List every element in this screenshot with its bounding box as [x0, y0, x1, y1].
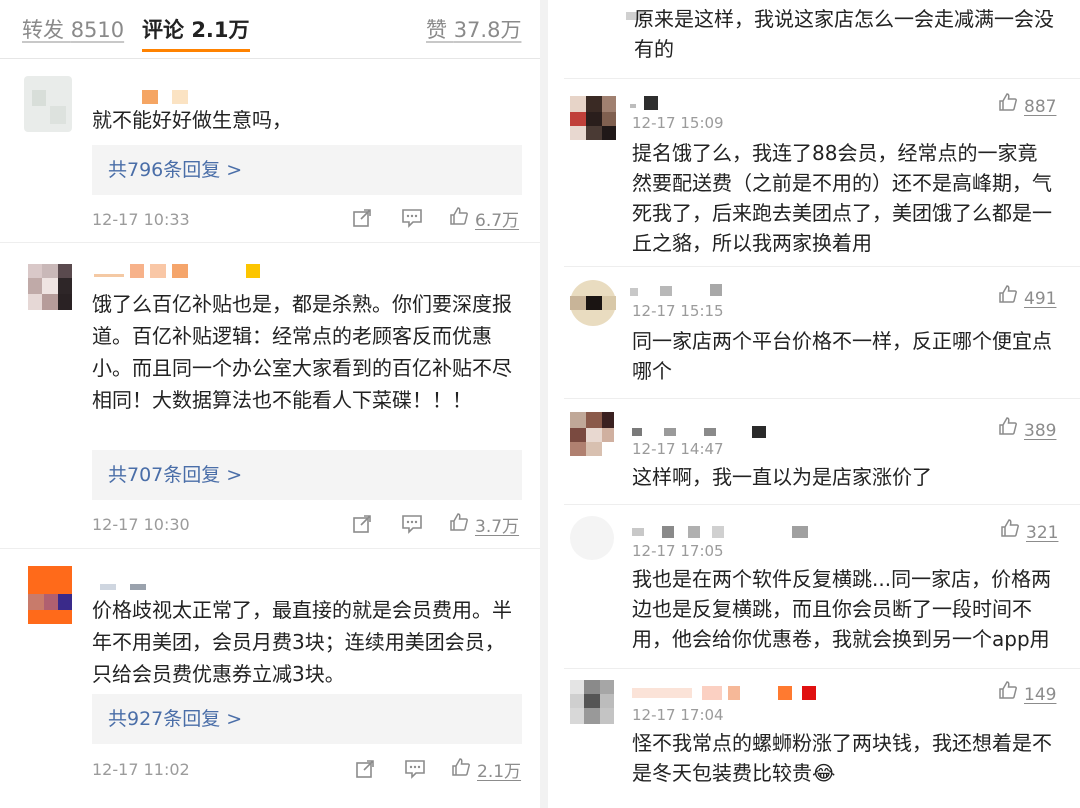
left-comment-panel: 转发 8510 评论 2.1万 赞 37.8万 就不能好好做生意吗， 共796条…	[0, 0, 540, 808]
tab-like-count: 37.8万	[453, 18, 522, 42]
tab-repost-count: 8510	[70, 18, 125, 42]
like-count: 2.1万	[477, 762, 522, 782]
divider	[564, 266, 1080, 267]
divider	[564, 668, 1080, 669]
view-replies-link[interactable]: 共707条回复 >	[92, 450, 522, 500]
divider	[564, 78, 1080, 79]
thumbs-up-icon	[998, 416, 1018, 441]
username-redacted[interactable]	[632, 526, 832, 542]
comment-text: 价格歧视太正常了，最直接的就是会员费用。半年不用美团，会员月费3块；连续用美团会…	[92, 598, 512, 686]
comment-timestamp: 12-17 11:02	[92, 760, 190, 779]
like-count: 321	[1026, 523, 1059, 543]
like-count: 149	[1024, 685, 1057, 705]
thumbs-up-icon	[998, 680, 1018, 705]
like-count: 887	[1024, 97, 1057, 117]
comment-timestamp: 12-17 15:09	[632, 114, 724, 132]
divider	[0, 548, 540, 549]
divider	[0, 242, 540, 243]
comment-timestamp: 12-17 15:15	[632, 302, 724, 320]
comment-text: 这样啊，我一直以为是店家涨价了	[632, 465, 932, 489]
share-icon[interactable]	[355, 759, 375, 782]
username-redacted[interactable]	[630, 284, 730, 300]
thumbs-up-icon	[451, 757, 471, 782]
divider	[564, 504, 1080, 505]
tab-repost[interactable]: 转发 8510	[22, 14, 124, 44]
like-button[interactable]: 491	[998, 284, 1056, 309]
avatar[interactable]	[28, 566, 76, 624]
avatar[interactable]	[570, 680, 618, 736]
thumbs-up-icon	[1000, 518, 1020, 543]
comment-icon[interactable]	[401, 514, 423, 537]
comment-text: 提名饿了么，我连了88会员，经常点的一家竟然要配送费（之前是不用的）还不是高峰期…	[632, 141, 1052, 255]
panel-gap	[540, 0, 548, 808]
share-icon[interactable]	[352, 208, 372, 231]
tab-comment-count: 2.1万	[191, 18, 250, 42]
like-button[interactable]: 2.1万	[451, 757, 521, 782]
tab-like[interactable]: 赞 37.8万	[426, 14, 521, 44]
like-button[interactable]: 6.7万	[449, 206, 519, 231]
avatar[interactable]	[570, 516, 618, 572]
right-comment-panel: 原来是这样，我说这家店怎么一会走减满一会没有的 12-17 15:09 887 …	[548, 0, 1080, 808]
comment-tab-bar: 转发 8510 评论 2.1万 赞 37.8万	[0, 0, 540, 59]
thumbs-up-icon	[998, 284, 1018, 309]
avatar[interactable]	[570, 412, 618, 468]
comment-text: 就不能好好做生意吗，	[92, 108, 292, 132]
like-button[interactable]: 321	[1000, 518, 1058, 543]
divider	[564, 398, 1080, 399]
view-replies-link[interactable]: 共927条回复 >	[92, 694, 522, 744]
like-button[interactable]: 389	[998, 416, 1056, 441]
like-count: 6.7万	[475, 211, 520, 231]
comment-icon[interactable]	[401, 208, 423, 231]
like-button[interactable]: 887	[998, 92, 1056, 117]
comment-text: 同一家店两个平台价格不一样，反正哪个便宜点哪个	[632, 329, 1052, 383]
avatar[interactable]	[28, 264, 76, 320]
comment-text: 原来是这样，我说这家店怎么一会走减满一会没有的	[634, 7, 1054, 61]
comment-icon[interactable]	[404, 759, 426, 782]
username-redacted[interactable]	[632, 686, 822, 702]
view-replies-link[interactable]: 共796条回复 >	[92, 145, 522, 195]
username-redacted[interactable]	[94, 264, 264, 280]
thumbs-up-icon	[449, 512, 469, 537]
tab-repost-label: 转发	[22, 18, 64, 42]
comment-timestamp: 12-17 17:05	[632, 542, 724, 560]
comment-timestamp: 12-17 10:33	[92, 210, 190, 229]
username-redacted[interactable]	[630, 96, 670, 112]
comment-timestamp: 12-17 17:04	[632, 706, 724, 724]
comment-timestamp: 12-17 10:30	[92, 515, 190, 534]
thumbs-up-icon	[449, 206, 469, 231]
thumbs-up-icon	[998, 92, 1018, 117]
share-icon[interactable]	[352, 514, 372, 537]
comment-text: 饿了么百亿补贴也是，都是杀熟。你们要深度报道。百亿补贴逻辑：经常点的老顾客反而优…	[92, 292, 512, 412]
like-count: 491	[1024, 289, 1057, 309]
like-count: 389	[1024, 421, 1057, 441]
tab-like-label: 赞	[426, 18, 447, 42]
comment-text: 我也是在两个软件反复横跳...同一家店，价格两边也是反复横跳，而且你会员断了一段…	[632, 567, 1052, 651]
comment-timestamp: 12-17 14:47	[632, 440, 724, 458]
avatar[interactable]	[570, 280, 618, 336]
tab-comment[interactable]: 评论 2.1万	[142, 14, 250, 52]
avatar[interactable]	[24, 76, 72, 132]
like-button[interactable]: 3.7万	[449, 512, 519, 537]
username-redacted[interactable]	[100, 578, 160, 594]
comment-text: 怪不我常点的螺蛳粉涨了两块钱，我还想着是不是冬天包装费比较贵😂	[632, 731, 1052, 785]
tab-comment-label: 评论	[142, 18, 184, 42]
like-button[interactable]: 149	[998, 680, 1056, 705]
like-count: 3.7万	[475, 517, 520, 537]
avatar[interactable]	[570, 96, 618, 152]
